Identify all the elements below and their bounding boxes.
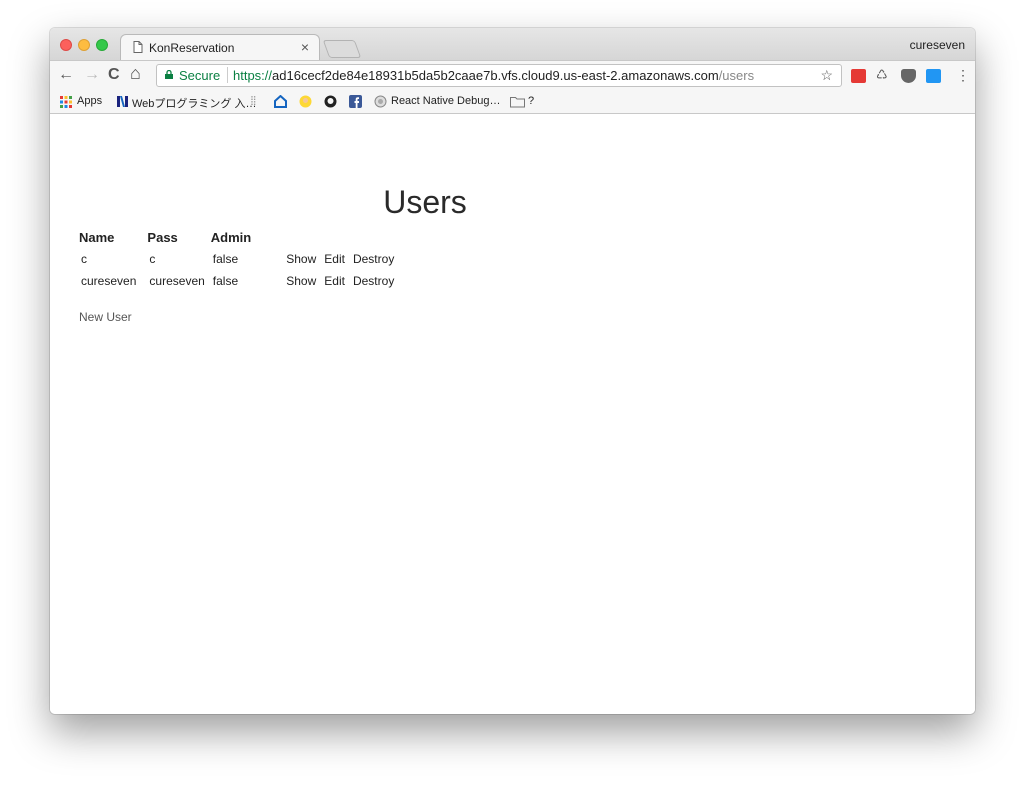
apps-grid-icon[interactable] [60,96,72,108]
navigation-toolbar: ← → C ⌂ Secure https://ad16cecf2de84e189… [50,60,975,90]
back-arrow-icon[interactable]: ← [58,66,74,84]
bookmark-folder[interactable]: ? [528,95,534,107]
bookmark-apps[interactable]: Apps [77,95,102,107]
table-header-row: Name Pass Admin [78,228,397,247]
bookmark-react-native-debug[interactable]: React Native Debug… [391,95,500,107]
user-pass-cell: c [149,252,156,266]
edit-link[interactable]: Edit [324,274,345,288]
arrow-extension-icon[interactable] [926,69,941,83]
facebook-icon[interactable] [349,95,362,108]
github-icon[interactable] [324,95,337,108]
destroy-link[interactable]: Destroy [353,274,394,288]
page-content: Users Name Pass Admin c c false Show Edi… [50,114,975,714]
user-name-cell: cureseven [81,274,137,288]
column-header-name: Name [79,230,115,245]
bookmarks-bar: Apps Webプログラミング 入… ⣿ React Native Debug… [50,90,975,114]
close-window-button[interactable] [60,39,72,51]
close-tab-icon[interactable]: × [301,39,309,55]
url-scheme: https:// [233,68,273,83]
lock-icon [165,70,173,79]
folder-icon[interactable] [510,95,525,108]
table-row: c c false Show Edit Destroy [78,249,397,269]
globe-icon[interactable] [374,95,387,108]
avatar-icon[interactable] [299,95,312,108]
new-user-link[interactable]: New User [79,310,132,324]
menu-icon[interactable]: ⋮ [956,67,970,84]
show-link[interactable]: Show [286,252,316,266]
home-icon[interactable]: ⌂ [130,63,141,84]
pocket-extension-icon[interactable] [901,69,916,83]
user-admin-cell: false [212,252,239,266]
tab-konreservation[interactable]: KonReservation × [120,34,320,60]
bookmark-star-icon[interactable]: ☆ [820,67,833,84]
recycle-extension-icon[interactable]: ♺ [876,67,888,83]
column-header-admin: Admin [210,230,252,245]
n-logo-icon[interactable] [116,95,129,108]
maximize-window-button[interactable] [96,39,108,51]
page-icon [133,41,143,53]
edit-link[interactable]: Edit [324,252,345,266]
destroy-link[interactable]: Destroy [353,252,394,266]
url-text[interactable]: https://ad16cecf2de84e18931b5da5b2caae7b… [233,68,754,83]
minimize-window-button[interactable] [78,39,90,51]
table-row: cureseven cureseven false Show Edit Dest… [78,271,397,291]
title-bar: KonReservation × cureseven [50,28,975,60]
forward-arrow-icon[interactable]: → [84,66,100,84]
show-link[interactable]: Show [286,274,316,288]
profile-name[interactable]: cureseven [910,38,965,52]
user-name-cell: c [81,252,87,266]
new-tab-button[interactable] [322,40,362,58]
secure-label: Secure [179,68,221,83]
page-title: Users [383,184,467,220]
bookmark-web-programming[interactable]: Webプログラミング 入… [132,95,256,111]
column-header-pass: Pass [147,230,178,245]
address-bar[interactable]: Secure https://ad16cecf2de84e18931b5da5b… [156,64,842,87]
lastpass-extension-icon[interactable] [851,69,866,83]
reload-icon[interactable]: C [108,66,120,84]
url-divider [227,67,228,83]
browser-window: KonReservation × cureseven ← → C ⌂ Secur… [50,28,975,714]
user-admin-cell: false [212,274,239,288]
grid-dots-icon[interactable]: ⣿ [250,95,263,108]
tab-title: KonReservation [149,41,235,55]
user-pass-cell: cureseven [149,274,205,288]
house-icon[interactable] [274,95,287,108]
users-table: Name Pass Admin c c false Show Edit Dest… [76,226,399,293]
url-host: ad16cecf2de84e18931b5da5b2caae7b.vfs.clo… [272,68,719,83]
url-path: /users [718,68,755,83]
